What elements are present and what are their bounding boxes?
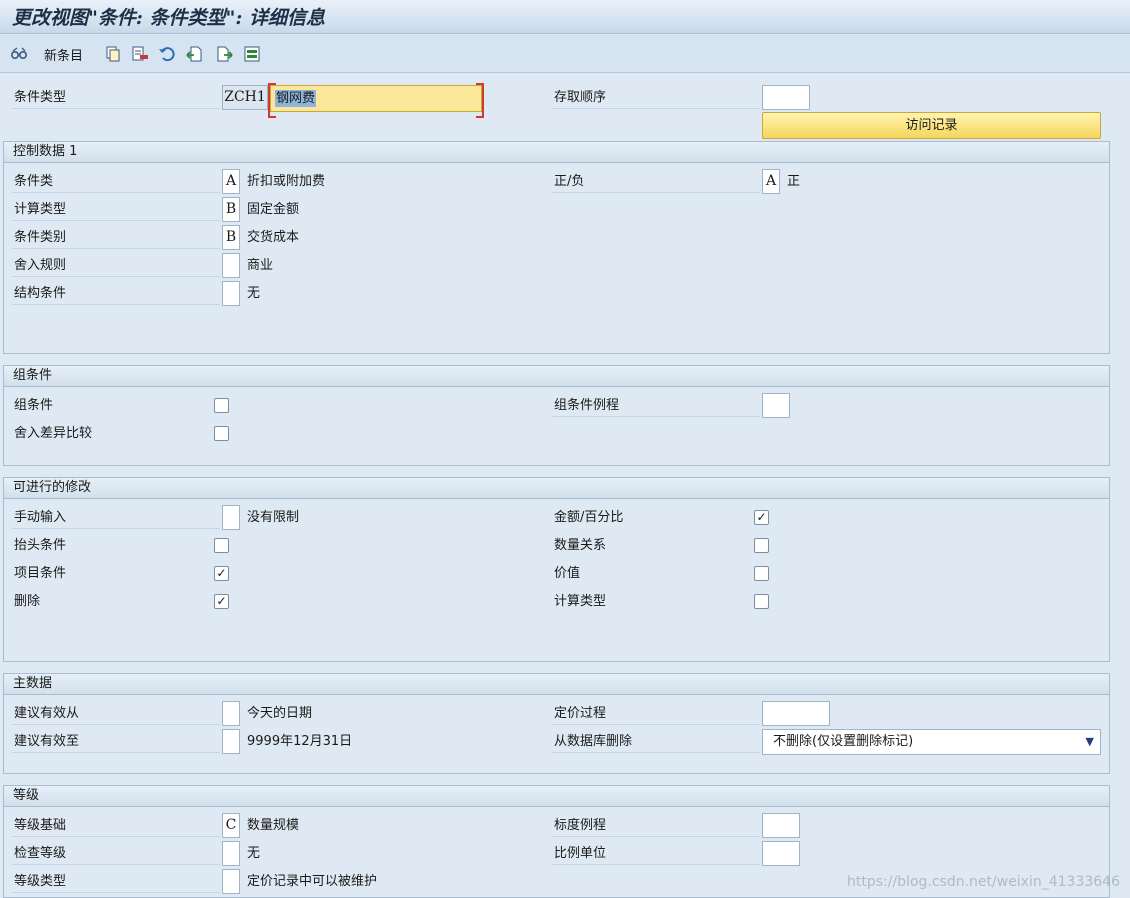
plus-minus-label: 正/负 xyxy=(552,171,760,193)
select-all-icon[interactable] xyxy=(242,44,262,64)
cond-class-input[interactable]: A xyxy=(222,169,240,194)
valid-to-input[interactable] xyxy=(222,729,240,754)
rounding-diff-label: 舍入差异比较 xyxy=(14,426,93,441)
group-cond-routine-input[interactable] xyxy=(762,393,790,418)
rounding-rule-label: 舍入规则 xyxy=(12,255,220,277)
check-scale-label: 检查等级 xyxy=(12,843,220,865)
scale-basis-input[interactable]: C xyxy=(222,813,240,838)
group-condition-title: 组条件 xyxy=(4,366,1109,387)
changes-title: 可进行的修改 xyxy=(4,478,1109,499)
cond-category-label: 条件类别 xyxy=(12,227,220,249)
delete-icon[interactable] xyxy=(130,44,150,64)
value-label: 价值 xyxy=(554,566,581,581)
calc-type-label: 计算类型 xyxy=(12,199,220,221)
struct-cond-label: 结构条件 xyxy=(12,283,220,305)
delete-label: 删除 xyxy=(14,594,41,609)
pricing-proc-input[interactable] xyxy=(762,701,830,726)
cond-category-desc: 交货成本 xyxy=(247,230,300,245)
condition-type-label: 条件类型 xyxy=(12,87,220,109)
delete-from-db-label: 从数据库删除 xyxy=(552,731,760,753)
valid-to-label: 建议有效至 xyxy=(12,731,220,753)
manual-entry-label: 手动输入 xyxy=(12,507,220,529)
pricing-proc-label: 定价过程 xyxy=(552,703,760,725)
plus-minus-desc: 正 xyxy=(787,174,801,189)
scale-type-input[interactable] xyxy=(222,869,240,894)
unit-of-meas-input[interactable] xyxy=(762,841,800,866)
scale-type-desc: 定价记录中可以被维护 xyxy=(247,874,378,889)
valid-to-desc: 9999年12月31日 xyxy=(247,734,353,749)
watermark: https://blog.csdn.net/weixin_41333646 xyxy=(846,874,1120,890)
title-bar: 更改视图"条件: 条件类型": 详细信息 xyxy=(0,0,1130,34)
manual-entry-desc: 没有限制 xyxy=(247,510,300,525)
new-entries-button[interactable]: 新条目 xyxy=(44,45,83,64)
valid-from-input[interactable] xyxy=(222,701,240,726)
check-scale-desc: 无 xyxy=(247,846,261,861)
item-cond-label: 项目条件 xyxy=(14,566,67,581)
valid-from-desc: 今天的日期 xyxy=(247,706,313,721)
cond-category-input[interactable]: B xyxy=(222,225,240,250)
undo-icon[interactable] xyxy=(157,44,177,64)
copy-icon[interactable] xyxy=(103,44,123,64)
scale-formula-label: 标度例程 xyxy=(552,815,760,837)
struct-cond-desc: 无 xyxy=(247,286,261,301)
cond-class-desc: 折扣或附加费 xyxy=(247,174,326,189)
struct-cond-input[interactable] xyxy=(222,281,240,306)
valid-from-label: 建议有效从 xyxy=(12,703,220,725)
group-cond-checkbox[interactable] xyxy=(214,398,229,413)
header-cond-checkbox[interactable] xyxy=(214,538,229,553)
value-checkbox[interactable] xyxy=(754,566,769,581)
dropdown-arrow-icon[interactable]: ▼ xyxy=(1086,730,1094,754)
delete-from-db-select[interactable]: 不删除(仅设置删除标记) ▼ xyxy=(762,729,1101,755)
rounding-rule-desc: 商业 xyxy=(247,258,274,273)
check-scale-input[interactable] xyxy=(222,841,240,866)
master-data-title: 主数据 xyxy=(4,674,1109,695)
condition-type-name-text: 钢网费 xyxy=(275,90,317,107)
scale-formula-input[interactable] xyxy=(762,813,800,838)
condition-type-name-input[interactable]: 钢网费 xyxy=(268,83,484,118)
header-cond-label: 抬头条件 xyxy=(14,538,67,553)
records-button[interactable]: 访问记录 xyxy=(762,112,1101,139)
changes-calc-type-checkbox[interactable] xyxy=(754,594,769,609)
rounding-rule-input[interactable] xyxy=(222,253,240,278)
group-cond-routine-label: 组条件例程 xyxy=(552,395,760,417)
control-data-1-title: 控制数据 1 xyxy=(4,142,1109,163)
plus-minus-input[interactable]: A xyxy=(762,169,780,194)
manual-entry-input[interactable] xyxy=(222,505,240,530)
scales-title: 等级 xyxy=(4,786,1109,807)
access-sequence-label: 存取顺序 xyxy=(552,87,760,109)
item-cond-checkbox[interactable]: ✓ xyxy=(214,566,229,581)
changes-calc-type-label: 计算类型 xyxy=(554,594,607,609)
scale-basis-desc: 数量规模 xyxy=(247,818,300,833)
previous-entry-icon[interactable] xyxy=(185,44,205,64)
cond-class-label: 条件类 xyxy=(12,171,220,193)
qty-relation-label: 数量关系 xyxy=(554,538,607,553)
window-title: 更改视图"条件: 条件类型": 详细信息 xyxy=(12,7,326,29)
amount-percent-label: 金额/百分比 xyxy=(554,510,624,525)
scale-type-label: 等级类型 xyxy=(12,871,220,893)
rounding-diff-checkbox[interactable] xyxy=(214,426,229,441)
delete-checkbox[interactable]: ✓ xyxy=(214,594,229,609)
scale-basis-label: 等级基础 xyxy=(12,815,220,837)
toolbar: 新条目 xyxy=(0,35,1130,73)
group-cond-label: 组条件 xyxy=(14,398,54,413)
calc-type-desc: 固定金额 xyxy=(247,202,300,217)
next-entry-icon[interactable] xyxy=(214,44,234,64)
amount-percent-checkbox[interactable]: ✓ xyxy=(754,510,769,525)
condition-type-code: ZCH1 xyxy=(222,85,268,110)
glasses-icon[interactable] xyxy=(9,44,29,64)
access-sequence-input[interactable] xyxy=(762,85,810,110)
delete-from-db-value: 不删除(仅设置删除标记) xyxy=(773,734,914,749)
qty-relation-checkbox[interactable] xyxy=(754,538,769,553)
unit-of-meas-label: 比例单位 xyxy=(552,843,760,865)
calc-type-input[interactable]: B xyxy=(222,197,240,222)
